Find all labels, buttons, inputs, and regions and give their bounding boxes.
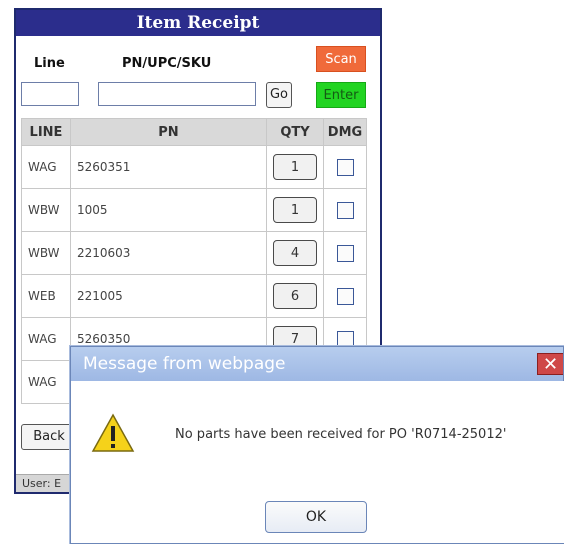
go-button[interactable]: Go bbox=[266, 82, 292, 108]
qty-button[interactable]: 6 bbox=[273, 283, 317, 309]
pn-label: PN/UPC/SKU bbox=[122, 56, 212, 71]
scan-button[interactable]: Scan bbox=[316, 46, 366, 72]
table-row: WBW 1005 1 bbox=[21, 188, 367, 232]
line-label: Line bbox=[34, 56, 65, 71]
row-line: WBW bbox=[21, 231, 71, 275]
line-input[interactable] bbox=[21, 82, 79, 106]
row-pn: 1005 bbox=[70, 188, 267, 232]
col-header-line: LINE bbox=[21, 118, 71, 146]
back-button[interactable]: Back bbox=[21, 424, 77, 450]
table-row: WAG 5260351 1 bbox=[21, 145, 367, 189]
table-row: WBW 2210603 4 bbox=[21, 231, 367, 275]
ok-button[interactable]: OK bbox=[265, 501, 367, 533]
enter-button[interactable]: Enter bbox=[316, 82, 366, 108]
row-pn: 5260351 bbox=[70, 145, 267, 189]
dialog-message: No parts have been received for PO 'R071… bbox=[175, 427, 507, 442]
message-dialog: Message from webpage ✕ No parts have bee… bbox=[70, 346, 564, 544]
row-pn: 221005 bbox=[70, 274, 267, 318]
col-header-pn: PN bbox=[70, 118, 267, 146]
row-line: WBW bbox=[21, 188, 71, 232]
table-row: WEB 221005 6 bbox=[21, 274, 367, 318]
row-pn: 2210603 bbox=[70, 231, 267, 275]
row-line: WAG bbox=[21, 145, 71, 189]
dmg-checkbox[interactable] bbox=[336, 330, 354, 348]
row-line: WEB bbox=[21, 274, 71, 318]
warning-icon bbox=[91, 413, 135, 452]
row-line: WAG bbox=[21, 360, 71, 404]
dialog-title: Message from webpage bbox=[71, 347, 563, 381]
qty-button[interactable]: 4 bbox=[273, 240, 317, 266]
close-icon[interactable]: ✕ bbox=[537, 353, 563, 375]
qty-button[interactable]: 1 bbox=[273, 154, 317, 180]
table-header-row: LINE PN QTY DMG bbox=[21, 118, 367, 146]
dialog-body: No parts have been received for PO 'R071… bbox=[71, 381, 564, 543]
dmg-checkbox[interactable] bbox=[336, 201, 354, 219]
pn-input[interactable] bbox=[98, 82, 256, 106]
page-title: Item Receipt bbox=[16, 10, 380, 36]
dmg-checkbox[interactable] bbox=[336, 287, 354, 305]
col-header-qty: QTY bbox=[266, 118, 324, 146]
dmg-checkbox[interactable] bbox=[336, 244, 354, 262]
dmg-checkbox[interactable] bbox=[336, 158, 354, 176]
col-header-dmg: DMG bbox=[323, 118, 367, 146]
qty-button[interactable]: 1 bbox=[273, 197, 317, 223]
row-line: WAG bbox=[21, 317, 71, 361]
